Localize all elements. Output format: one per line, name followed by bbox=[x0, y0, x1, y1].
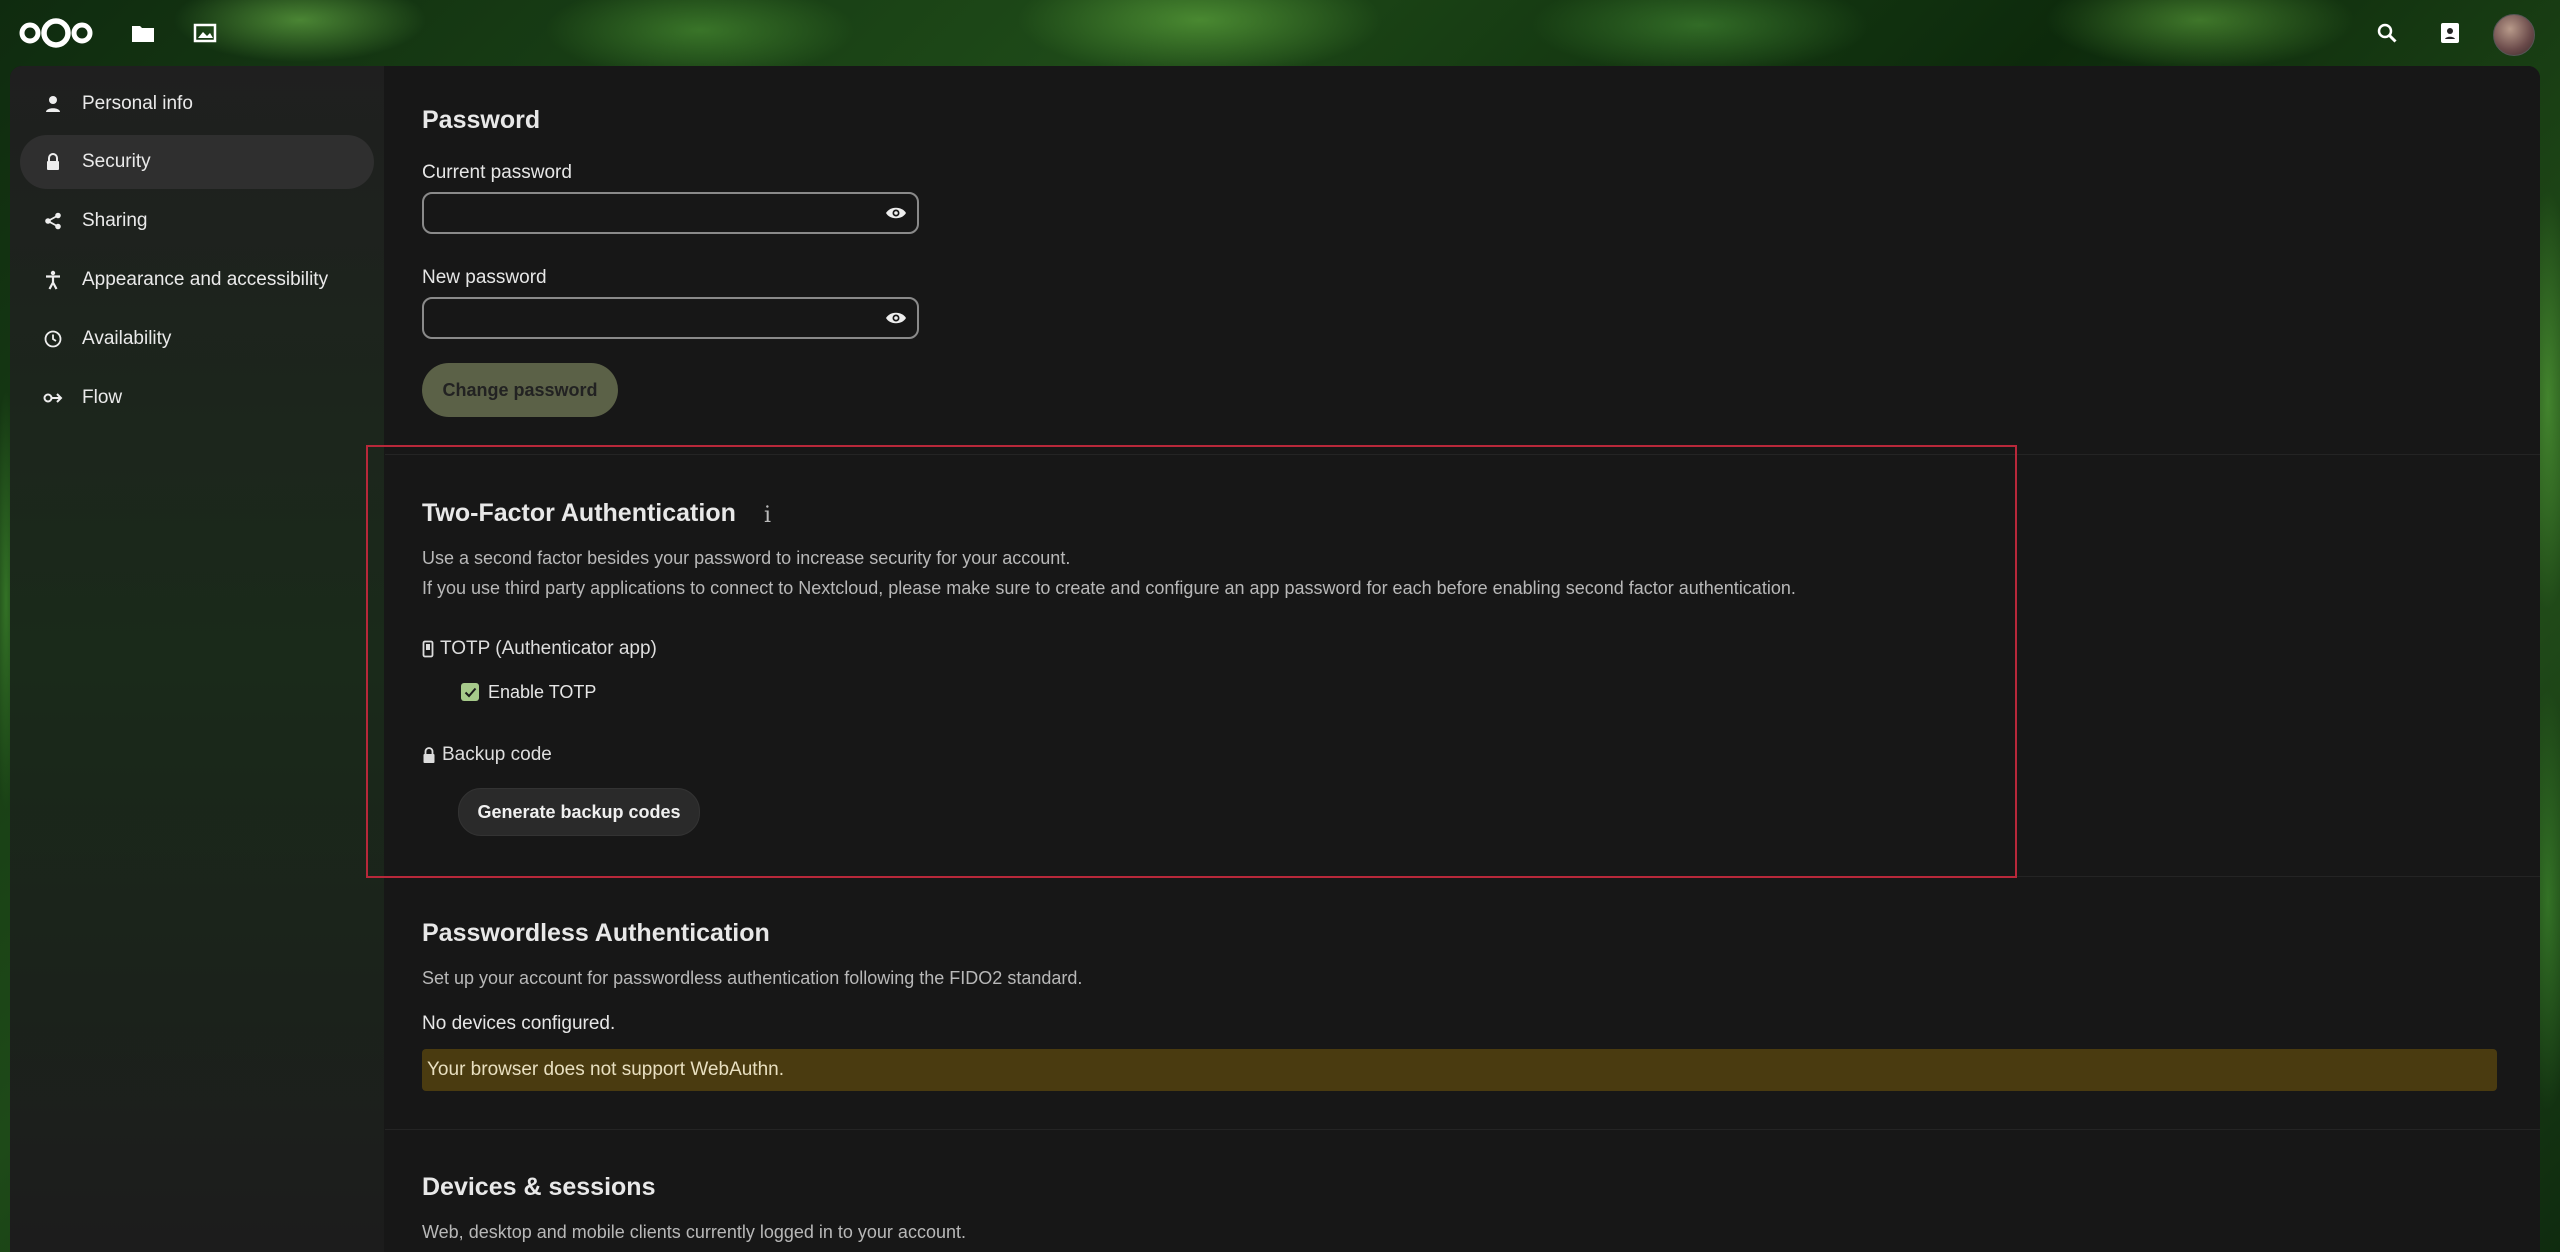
accessibility-icon bbox=[42, 269, 64, 291]
password-section-title: Password bbox=[422, 106, 541, 134]
current-password-field[interactable] bbox=[422, 192, 919, 234]
sidebar-item-personal-info[interactable]: Personal info bbox=[20, 77, 374, 131]
devices-sessions-title: Devices & sessions bbox=[422, 1173, 656, 1201]
sidebar-item-flow[interactable]: Flow bbox=[20, 371, 374, 425]
settings-navigation: Personal info Security Sharing Appearanc… bbox=[10, 66, 384, 1252]
two-factor-highlight-box bbox=[366, 445, 2017, 878]
change-password-button[interactable]: Change password bbox=[422, 363, 618, 417]
sidebar-item-security[interactable]: Security bbox=[20, 135, 374, 189]
passwordless-title: Passwordless Authentication bbox=[422, 919, 770, 947]
sidebar-item-appearance[interactable]: Appearance and accessibility bbox=[20, 253, 374, 307]
sidebar-item-sharing[interactable]: Sharing bbox=[20, 194, 374, 248]
search-icon bbox=[2377, 23, 2397, 43]
passwordless-description: Set up your account for passwordless aut… bbox=[422, 968, 1083, 988]
nextcloud-logo[interactable] bbox=[18, 16, 94, 50]
top-header bbox=[0, 0, 2560, 66]
image-icon bbox=[193, 23, 217, 43]
person-icon bbox=[42, 93, 64, 115]
search-button[interactable] bbox=[2368, 14, 2406, 52]
photos-app-button[interactable] bbox=[186, 14, 224, 52]
sidebar-item-label: Appearance and accessibility bbox=[82, 269, 329, 290]
files-app-button[interactable] bbox=[124, 14, 162, 52]
webauthn-warning: Your browser does not support WebAuthn. bbox=[422, 1049, 2497, 1091]
sidebar-item-label: Personal info bbox=[82, 93, 193, 114]
devices-sessions-description: Web, desktop and mobile clients currentl… bbox=[422, 1222, 966, 1242]
contacts-button[interactable] bbox=[2431, 14, 2469, 52]
sidebar-item-availability[interactable]: Availability bbox=[20, 312, 374, 366]
sidebar-item-label: Availability bbox=[82, 328, 172, 349]
lock-icon bbox=[42, 151, 64, 173]
new-password-field[interactable] bbox=[422, 297, 919, 339]
user-avatar[interactable] bbox=[2493, 14, 2535, 56]
folder-icon bbox=[132, 26, 154, 42]
sidebar-item-label: Sharing bbox=[82, 210, 148, 231]
flow-icon bbox=[42, 387, 64, 409]
section-divider bbox=[385, 1129, 2540, 1130]
show-password-icon[interactable] bbox=[885, 309, 907, 327]
current-password-label: Current password bbox=[422, 162, 572, 183]
share-icon bbox=[42, 210, 64, 232]
sidebar-item-label: Security bbox=[82, 151, 151, 172]
new-password-label: New password bbox=[422, 267, 547, 288]
show-password-icon[interactable] bbox=[885, 204, 907, 222]
contacts-icon bbox=[2441, 23, 2459, 43]
no-devices-text: No devices configured. bbox=[422, 1013, 616, 1034]
clock-icon bbox=[42, 328, 64, 350]
sidebar-item-label: Flow bbox=[82, 387, 123, 408]
